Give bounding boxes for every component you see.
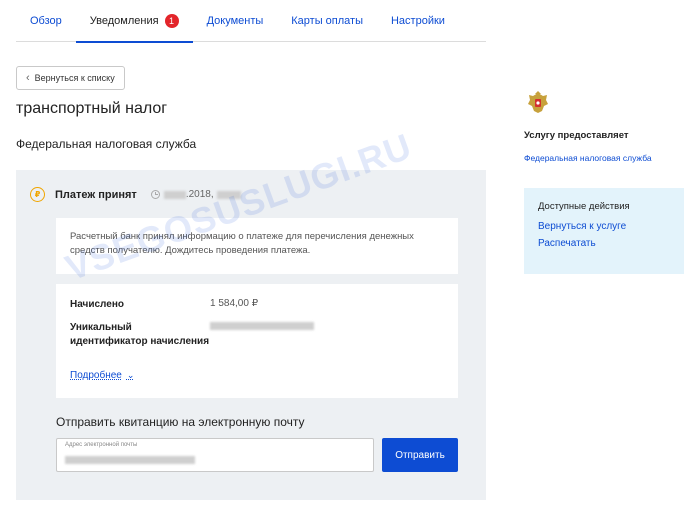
tab-settings[interactable]: Настройки [377,0,459,42]
uid-label: Уникальный идентификатор начисления [70,321,209,349]
chevron-left-icon: ‹ [26,71,30,84]
payment-details-box: Начислено 1 584,00 ₽ Уникальный идентифи… [56,284,458,398]
ruble-circle-icon: ₽ [30,187,45,202]
tab-documents[interactable]: Документы [193,0,278,42]
uid-label-line1: Уникальный [70,322,132,333]
back-to-list-button[interactable]: ‹ Вернуться к списку [16,66,125,90]
page-title: транспортный налог [16,100,168,117]
redacted-date [163,190,186,199]
more-details-label: Подробнее [70,370,122,381]
email-receipt-title: Отправить квитанцию на электронную почту [56,415,305,429]
provider-label: Услугу предоставляет [524,130,629,141]
charged-label: Начислено [70,299,124,310]
tab-notifications[interactable]: Уведомления 1 [75,0,193,43]
email-field-label: Адрес электронной почты [65,442,138,448]
tab-label: Карты оплаты [291,15,363,27]
print-link[interactable]: Распечатать [538,238,670,249]
email-input[interactable] [63,452,363,468]
provider-link[interactable]: Федеральная налоговая служба [524,153,652,163]
department-name: Федеральная налоговая служба [16,137,197,151]
clock-icon [150,190,160,199]
payment-status: Платеж принят [55,188,137,201]
more-details-link[interactable]: Подробнее ⌄ [70,370,134,381]
payment-card: ₽ Платеж принят .2018, Расчетный банк пр… [16,170,486,500]
return-to-service-link[interactable]: Вернуться к услуге [538,221,670,232]
payment-date-suffix: .2018, [185,189,214,200]
tab-overview[interactable]: Обзор [16,0,76,42]
payment-info-box: Расчетный банк принял информацию о плате… [56,218,458,274]
uid-value [210,322,314,333]
email-field[interactable]: Адрес электронной почты [56,438,374,472]
tab-payment-cards[interactable]: Карты оплаты [277,0,377,42]
back-button-label: Вернуться к списку [34,73,115,83]
send-receipt-button[interactable]: Отправить [382,438,458,472]
tab-label: Обзор [30,15,62,27]
payment-date: .2018, [163,189,241,200]
payment-status-row: ₽ Платеж принят .2018, [30,187,241,202]
tab-label: Уведомления [89,15,159,27]
charged-value: 1 584,00 ₽ [210,298,259,309]
chevron-down-icon: ⌄ [126,370,135,380]
redacted-uid [210,322,314,330]
notification-count-badge: 1 [164,14,179,28]
redacted-time [216,190,241,199]
coat-of-arms-icon [528,91,548,113]
tab-bar: Обзор Уведомления 1 Документы Карты оплат… [16,0,486,43]
tab-label: Документы [206,15,264,27]
available-actions-panel: Доступные действия Вернуться к услуге Ра… [524,188,684,274]
uid-label-line2: идентификатор начисления [70,336,210,347]
actions-title: Доступные действия [538,201,630,212]
tab-label: Настройки [390,15,445,27]
